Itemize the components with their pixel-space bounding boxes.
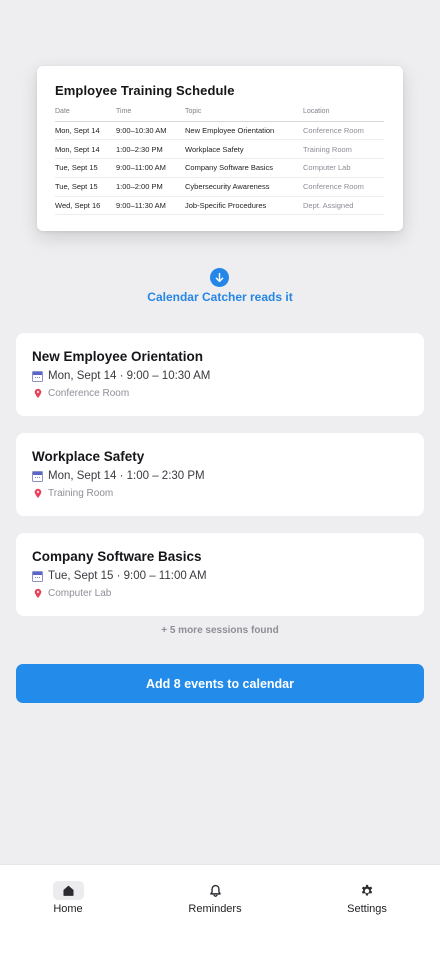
calendar-icon <box>32 570 43 582</box>
cell-topic: Company Software Basics <box>185 158 303 178</box>
session-time: Mon, Sept 14 · 1:00 – 2:30 PM <box>32 470 408 482</box>
more-sessions-label: + 5 more sessions found <box>161 625 279 636</box>
session-time-text: Tue, Sept 15 · 9:00 – 11:00 AM <box>48 570 207 582</box>
pin-icon <box>34 588 42 599</box>
table-row: Tue, Sept 15 9:00–11:00 AM Company Softw… <box>55 158 384 178</box>
session-title: New Employee Orientation <box>32 349 204 364</box>
session-location: Training Room <box>32 488 408 499</box>
tab-label: Home <box>53 903 83 915</box>
pin-icon <box>34 388 42 399</box>
tab-label: Reminders <box>188 903 242 915</box>
session-location-text: Conference Room <box>48 388 130 399</box>
cell-location: Computer Lab <box>303 158 384 178</box>
bell-icon <box>209 884 221 897</box>
gear-icon <box>361 884 373 895</box>
arrow-down-icon <box>210 268 229 287</box>
cell-topic: Job-Specific Procedures <box>185 196 303 216</box>
cell-time: 9:00–11:00 AM <box>116 158 185 178</box>
column-header-location: Location <box>303 107 384 122</box>
session-card[interactable]: Workplace Safety Mon, Sept 14 · 1:00 – 2… <box>16 433 424 516</box>
cell-location: Dept. Assigned <box>303 196 384 216</box>
session-card[interactable]: Company Software Basics Tue, Sept 15 · 9… <box>16 533 424 616</box>
column-header-date: Date <box>55 107 116 122</box>
cell-location: Conference Room <box>303 121 384 141</box>
session-time: Mon, Sept 14 · 9:00 – 10:30 AM <box>32 370 408 382</box>
bottom-tab-bar: Home Reminders Settings <box>0 864 440 953</box>
session-title: Company Software Basics <box>32 549 202 564</box>
add-events-button[interactable]: Add 8 events to calendar <box>16 664 424 703</box>
cell-date: Mon, Sept 14 <box>55 139 116 160</box>
session-location-text: Computer Lab <box>48 588 112 599</box>
cell-topic: Cybersecurity Awareness <box>185 177 303 197</box>
reader-label: Calendar Catcher reads it <box>147 290 293 304</box>
schedule-document-preview: Employee Training Schedule Date Time Top… <box>37 66 403 231</box>
home-icon <box>62 885 74 896</box>
cell-date: Wed, Sept 16 <box>55 196 116 216</box>
session-card[interactable]: New Employee Orientation Mon, Sept 14 · … <box>16 333 424 416</box>
table-row: Wed, Sept 16 9:00–11:30 AM Job-Specific … <box>55 196 384 216</box>
session-time: Tue, Sept 15 · 9:00 – 11:00 AM <box>32 570 408 582</box>
tab-reminders[interactable]: Reminders <box>170 881 260 921</box>
column-header-topic: Topic <box>185 107 303 122</box>
cell-time: 1:00–2:00 PM <box>116 177 185 197</box>
column-header-time: Time <box>116 107 185 122</box>
pin-icon <box>34 488 42 499</box>
table-row: Mon, Sept 14 9:00–10:30 AM New Employee … <box>55 121 384 141</box>
cell-location: Conference Room <box>303 177 384 197</box>
cell-date: Tue, Sept 15 <box>55 158 116 178</box>
session-title: Workplace Safety <box>32 449 145 464</box>
table-header-row: Date Time Topic Location <box>55 107 384 122</box>
cell-date: Mon, Sept 14 <box>55 121 116 141</box>
cell-date: Tue, Sept 15 <box>55 177 116 197</box>
calendar-icon <box>32 370 43 382</box>
schedule-table: Date Time Topic Location Mon, Sept 14 9:… <box>55 107 384 216</box>
session-time-text: Mon, Sept 14 · 1:00 – 2:30 PM <box>48 470 205 482</box>
tab-label: Settings <box>347 903 387 915</box>
cell-time: 1:00–2:30 PM <box>116 139 185 160</box>
cell-topic: Workplace Safety <box>185 139 303 160</box>
cell-topic: New Employee Orientation <box>185 121 303 141</box>
table-row: Tue, Sept 15 1:00–2:00 PM Cybersecurity … <box>55 177 384 197</box>
session-location: Conference Room <box>32 388 408 399</box>
cell-time: 9:00–11:30 AM <box>116 196 185 216</box>
calendar-icon <box>32 470 43 482</box>
cell-location: Training Room <box>303 139 384 160</box>
cell-time: 9:00–10:30 AM <box>116 121 185 141</box>
tab-settings[interactable]: Settings <box>322 881 412 921</box>
session-location: Computer Lab <box>32 588 408 599</box>
document-title: Employee Training Schedule <box>55 83 235 98</box>
tab-home[interactable]: Home <box>23 881 113 921</box>
session-location-text: Training Room <box>48 488 114 499</box>
table-row: Mon, Sept 14 1:00–2:30 PM Workplace Safe… <box>55 139 384 160</box>
session-time-text: Mon, Sept 14 · 9:00 – 10:30 AM <box>48 370 211 382</box>
